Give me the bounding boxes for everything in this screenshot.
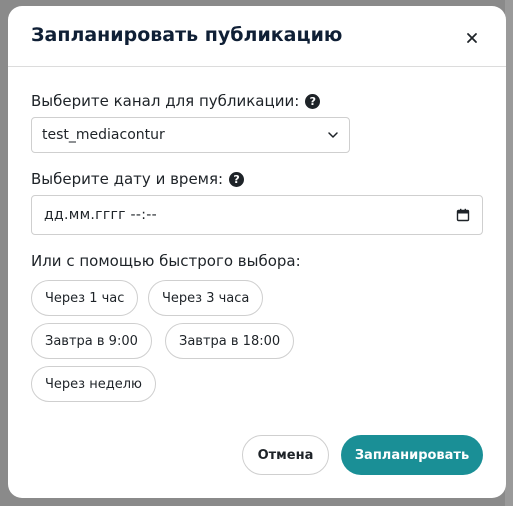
close-icon xyxy=(467,33,477,43)
cancel-button[interactable]: Отмена xyxy=(242,435,329,475)
dialog-header: Запланировать публикацию xyxy=(8,6,506,67)
datetime-input-value: дд.мм.гггг --:-- xyxy=(44,207,157,223)
dialog-title: Запланировать публикацию xyxy=(31,24,343,46)
close-button[interactable] xyxy=(462,28,482,48)
quick-option-3h[interactable]: Через 3 часа xyxy=(148,280,264,316)
quick-option-tomorrow-9[interactable]: Завтра в 9:00 xyxy=(31,323,152,359)
channel-select[interactable]: test_mediacontur xyxy=(31,117,350,153)
datetime-label: Выберите дату и время: xyxy=(31,170,224,188)
datetime-input[interactable]: дд.мм.гггг --:-- xyxy=(31,195,483,235)
quick-label: Или с помощью быстрого выбора: xyxy=(31,252,301,270)
page-backdrop xyxy=(505,0,513,506)
calendar-icon[interactable] xyxy=(456,208,470,222)
quick-option-week[interactable]: Через неделю xyxy=(31,366,156,402)
question-circle-icon[interactable]: ? xyxy=(229,171,245,187)
channel-label-row: Выберите канал для публикации: ? xyxy=(31,92,321,110)
quick-label-row: Или с помощью быстрого выбора: xyxy=(31,252,301,270)
schedule-button[interactable]: Запланировать xyxy=(341,435,483,475)
quick-option-tomorrow-18[interactable]: Завтра в 18:00 xyxy=(165,323,295,359)
channel-label: Выберите канал для публикации: xyxy=(31,92,300,110)
datetime-label-row: Выберите дату и время: ? xyxy=(31,170,245,188)
quick-option-1h[interactable]: Через 1 час xyxy=(31,280,139,316)
question-circle-icon[interactable]: ? xyxy=(305,93,321,109)
schedule-dialog: Запланировать публикацию Выберите канал … xyxy=(8,6,506,498)
chevron-down-icon xyxy=(328,132,338,138)
channel-select-value: test_mediacontur xyxy=(42,127,165,143)
